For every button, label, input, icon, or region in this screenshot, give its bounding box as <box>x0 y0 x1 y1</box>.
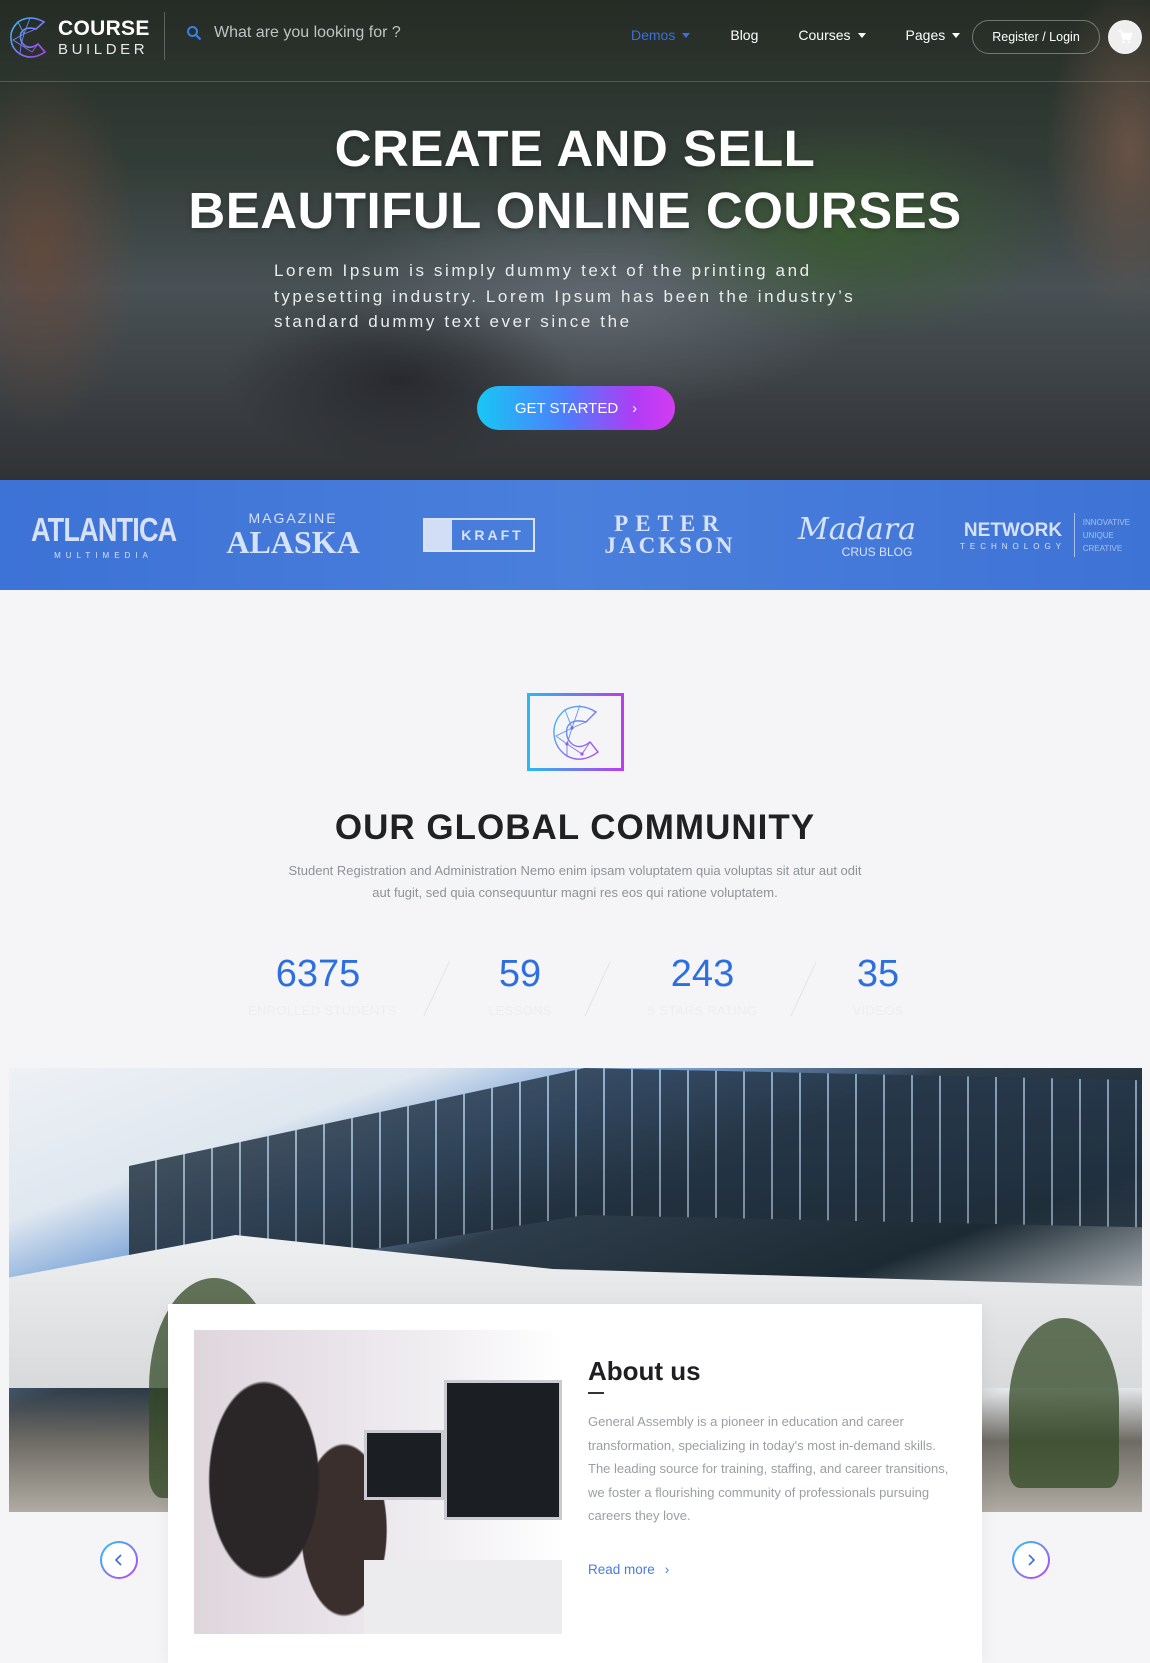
community-logo-frame <box>527 693 624 771</box>
network-tag: CREATIVE <box>1082 543 1123 553</box>
stat-enrolled-students: 6375 ENROLLED STUDENTS <box>248 953 397 1018</box>
get-started-button[interactable]: GET STARTED › <box>477 386 675 430</box>
site-logo[interactable]: COURSE BUILDER <box>8 14 150 60</box>
partner-name: ALASKA <box>226 523 360 560</box>
stat-value: 59 <box>498 953 542 995</box>
site-header: COURSE BUILDER Demos Blog Courses <box>0 0 1150 82</box>
stat-videos: 35 VIDEOS <box>838 955 918 1018</box>
network-tags: INNOVATIVE UNIQUE CREATIVE <box>1083 516 1130 555</box>
chevron-right-icon: › <box>664 1562 670 1577</box>
course-builder-c-icon <box>553 704 599 760</box>
partner-name: KRAFT <box>461 527 524 543</box>
stat-label: LESSONS <box>488 1003 552 1018</box>
main-nav: Demos Blog Courses Pages <box>631 27 1000 43</box>
nav-label: Demos <box>631 27 676 43</box>
course-builder-logo-icon <box>10 17 47 58</box>
search-icon[interactable] <box>186 25 202 41</box>
network-tag: UNIQUE <box>1082 530 1114 540</box>
chevron-right-icon <box>1028 1554 1036 1566</box>
network-tag: INNOVATIVE <box>1082 517 1130 527</box>
logo-line2: BUILDER <box>58 40 149 58</box>
logo-line1: COURSE <box>58 16 150 40</box>
carousel-next-button[interactable] <box>1012 1541 1050 1579</box>
nav-item-blog[interactable]: Blog <box>730 27 758 43</box>
partner-logos-strip: ATLANTICA MULTIMEDIA MAGAZINE ALASKA KRA… <box>0 480 1150 590</box>
stat-lessons: 59 LESSONS <box>470 955 570 1018</box>
nav-item-pages[interactable]: Pages <box>906 27 961 43</box>
network-main: NETWORK TECHNOLOGY <box>960 520 1066 551</box>
carousel-prev-button[interactable] <box>100 1541 138 1579</box>
community-description: Student Registration and Administration … <box>288 863 862 900</box>
desk <box>364 1560 562 1634</box>
about-text: General Assembly is a pioneer in educati… <box>588 1414 949 1523</box>
chevron-right-icon: › <box>632 399 638 417</box>
stat-divider <box>423 961 450 1017</box>
stat-label: VIDEOS <box>852 1003 904 1018</box>
monitor <box>364 1430 444 1500</box>
read-more-link[interactable]: Read more › <box>588 1562 669 1577</box>
partner-logo-madara[interactable]: Madara CRUS BLOG <box>797 480 917 590</box>
caret-down-icon <box>857 32 866 38</box>
partner-logo-kraft[interactable]: KRAFT <box>423 480 535 590</box>
search-bar <box>186 24 454 42</box>
tree <box>1009 1318 1119 1488</box>
hero-title-line2: BEAUTIFUL ONLINE COURSES <box>188 182 962 239</box>
kraft-block <box>425 520 452 550</box>
partner-logo-network[interactable]: NETWORK TECHNOLOGY INNOVATIVE UNIQUE CRE… <box>960 480 1130 590</box>
chevron-left-icon <box>114 1554 122 1566</box>
stat-divider <box>790 961 817 1017</box>
about-card: About us General Assembly is a pioneer i… <box>168 1304 982 1663</box>
nav-label: Courses <box>798 27 851 43</box>
stats-row: 6375 ENROLLED STUDENTS 59 LESSONS 243 5 … <box>0 955 1150 1025</box>
cart-button[interactable] <box>1108 20 1142 54</box>
nav-item-demos[interactable]: Demos <box>631 27 691 43</box>
nav-item-courses[interactable]: Courses <box>798 27 866 43</box>
stat-5-stars-rating: 243 5 STARS RATING <box>640 955 765 1018</box>
stat-value: 35 <box>856 953 900 995</box>
partner-sub: TECHNOLOGY <box>960 541 1067 551</box>
caret-down-icon <box>682 32 691 38</box>
partner-name: NETWORK <box>963 519 1063 541</box>
partner-name: Madara <box>798 511 916 547</box>
hero-lead-text: Lorem Ipsum is simply dummy text of the … <box>274 261 856 331</box>
partner-logo-atlantica[interactable]: ATLANTICA MULTIMEDIA <box>31 480 177 590</box>
partner-name: PETER <box>614 511 726 537</box>
community-title: OUR GLOBAL COMMUNITY <box>334 808 816 847</box>
nav-label: Blog <box>730 27 759 43</box>
header-divider <box>164 12 165 60</box>
shopping-cart-icon <box>1118 30 1132 44</box>
stat-divider <box>584 961 611 1017</box>
network-divider <box>1074 513 1075 557</box>
title-underline <box>588 1392 604 1394</box>
hero-section: COURSE BUILDER Demos Blog Courses <box>0 0 1150 480</box>
read-more-label: Read more <box>588 1562 655 1577</box>
stat-value: 6375 <box>275 953 361 995</box>
stat-label: ENROLLED STUDENTS <box>248 1003 397 1018</box>
page: COURSE BUILDER Demos Blog Courses <box>0 0 1150 1663</box>
nav-label: Pages <box>905 27 946 43</box>
about-title: About us <box>588 1356 701 1386</box>
partner-sub: JACKSON <box>604 533 736 558</box>
stat-label: 5 STARS RATING <box>647 1003 758 1018</box>
partner-sub: MULTIMEDIA <box>54 550 153 560</box>
caret-down-icon <box>952 32 961 38</box>
about-photo <box>194 1330 562 1634</box>
partner-logo-peter-jackson[interactable]: PETER JACKSON <box>600 480 740 590</box>
partner-sub: CRUS BLOG <box>841 544 913 559</box>
search-input[interactable] <box>214 24 454 42</box>
register-login-button[interactable]: Register / Login <box>972 20 1100 54</box>
monitor <box>444 1380 562 1520</box>
kraft-box: KRAFT <box>423 518 535 552</box>
hero-title-line1: CREATE AND SELL <box>334 120 816 177</box>
cta-label: GET STARTED <box>514 399 619 417</box>
partner-name: ATLANTICA <box>30 510 177 548</box>
stat-value: 243 <box>670 953 735 995</box>
partner-logo-alaska[interactable]: MAGAZINE ALASKA <box>226 480 360 590</box>
